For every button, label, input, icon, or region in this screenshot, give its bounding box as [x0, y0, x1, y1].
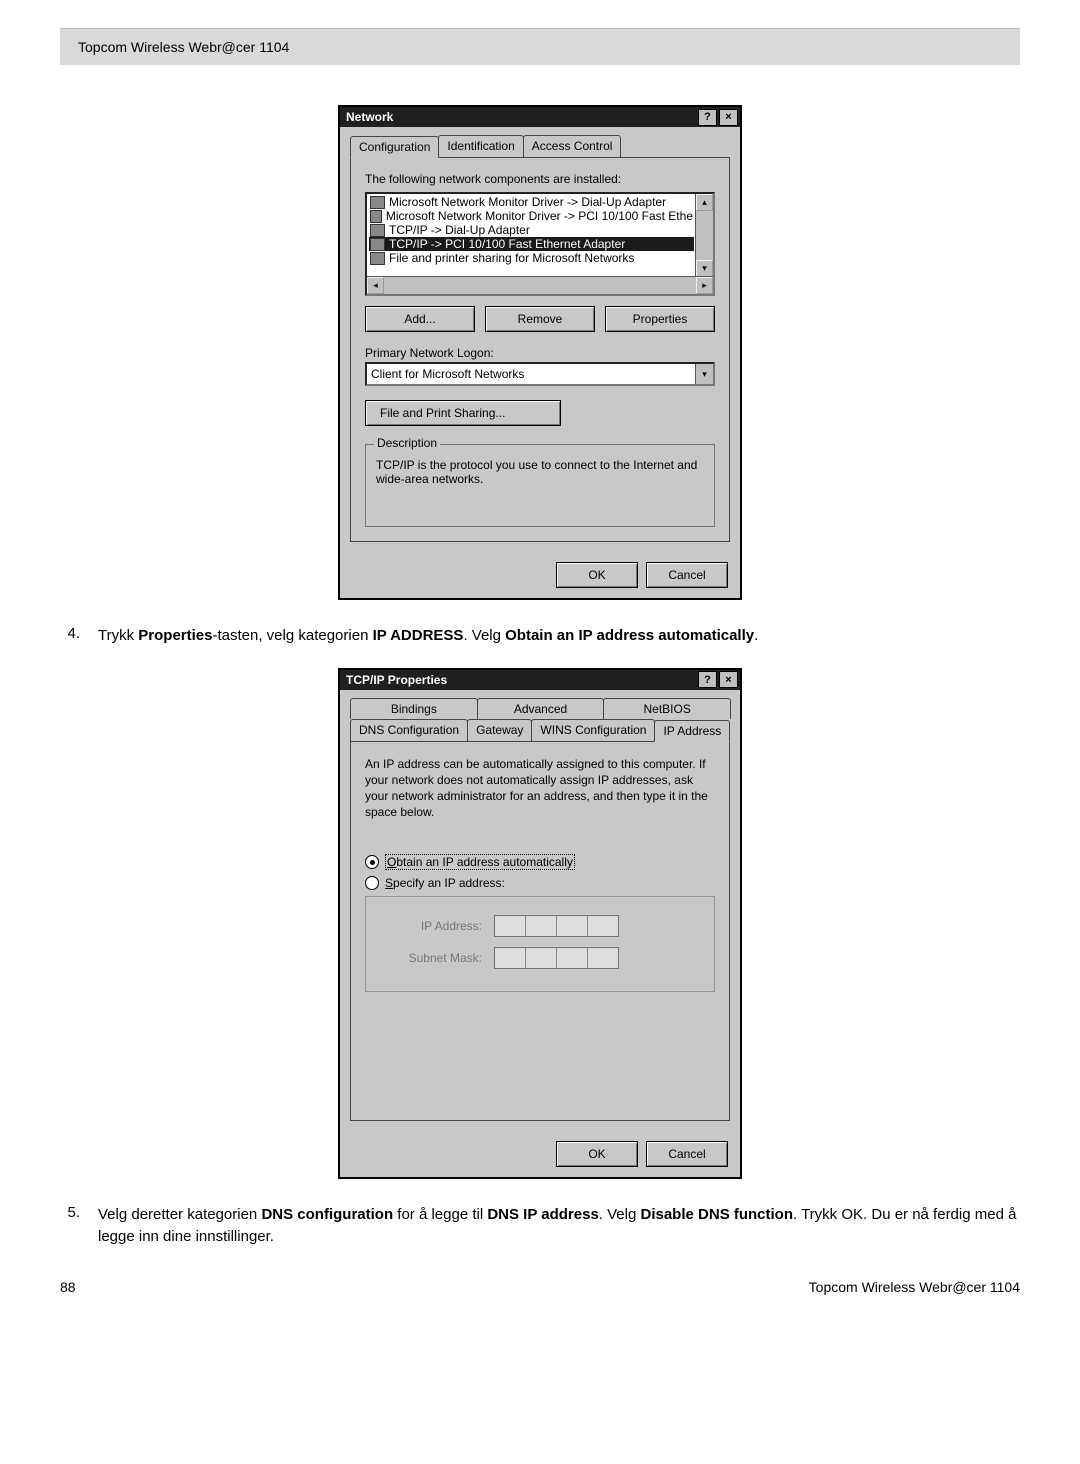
network-dialog: Network ? × Configuration Identification… — [338, 105, 742, 600]
protocol-icon — [370, 224, 385, 237]
step-text: Velg deretter kategorien DNS configurati… — [98, 1204, 1020, 1249]
list-item[interactable]: TCP/IP -> PCI 10/100 Fast Ethernet Adapt… — [369, 237, 694, 251]
tab-configuration[interactable]: Configuration — [350, 136, 439, 158]
tab-dns-configuration[interactable]: DNS Configuration — [350, 719, 468, 741]
radio-label: Specify an IP address: — [385, 876, 505, 890]
scrollbar-horizontal[interactable]: ◂ ▸ — [367, 276, 713, 294]
primary-logon-label: Primary Network Logon: — [365, 346, 715, 360]
footer: 88 Topcom Wireless Webr@cer 1104 — [60, 1279, 1020, 1295]
protocol-icon — [370, 196, 385, 209]
tab-ip-address[interactable]: IP Address — [654, 720, 730, 742]
radio-icon — [365, 876, 379, 890]
scrollbar-vertical[interactable]: ▴ ▾ — [695, 194, 713, 277]
titlebar: Network ? × — [340, 107, 740, 127]
tab-wins-configuration[interactable]: WINS Configuration — [531, 719, 655, 741]
protocol-icon — [370, 210, 382, 223]
footer-title: Topcom Wireless Webr@cer 1104 — [809, 1279, 1020, 1295]
close-icon[interactable]: × — [719, 671, 738, 688]
primary-logon-combo[interactable]: Client for Microsoft Networks ▾ — [365, 362, 715, 386]
tab-gateway[interactable]: Gateway — [467, 719, 532, 741]
specify-group: IP Address: Subnet Mask: — [365, 896, 715, 992]
protocol-icon — [370, 238, 385, 251]
help-icon[interactable]: ? — [698, 671, 717, 688]
step-5: 5. Velg deretter kategorien DNS configur… — [60, 1204, 1020, 1249]
header-bar: Topcom Wireless Webr@cer 1104 — [60, 28, 1020, 65]
tab-bindings[interactable]: Bindings — [350, 698, 478, 719]
remove-button[interactable]: Remove — [485, 306, 595, 332]
ip-info-text: An IP address can be automatically assig… — [365, 756, 715, 821]
ok-button[interactable]: OK — [556, 562, 638, 588]
scroll-right-icon[interactable]: ▸ — [696, 277, 713, 294]
tab-netbios[interactable]: NetBIOS — [603, 698, 731, 719]
doc-title: Topcom Wireless Webr@cer 1104 — [78, 39, 289, 55]
tabs-row-1: Bindings Advanced NetBIOS — [350, 698, 730, 719]
radio-specify[interactable]: Specify an IP address: — [365, 876, 715, 890]
subnet-mask-field — [494, 947, 619, 969]
step-number: 4. — [60, 625, 80, 648]
scroll-down-icon[interactable]: ▾ — [696, 260, 713, 277]
scroll-left-icon[interactable]: ◂ — [367, 277, 384, 294]
radio-label: Obtain an IP address automatically — [385, 854, 575, 870]
tabs-row-2: DNS Configuration Gateway WINS Configura… — [350, 719, 730, 741]
dialog-title: Network — [346, 110, 696, 124]
titlebar: TCP/IP Properties ? × — [340, 670, 740, 690]
chevron-down-icon[interactable]: ▾ — [695, 364, 713, 384]
step-4: 4. Trykk Properties-tasten, velg kategor… — [60, 625, 1020, 648]
list-item[interactable]: Microsoft Network Monitor Driver -> Dial… — [369, 195, 694, 209]
close-icon[interactable]: × — [719, 109, 738, 126]
components-listbox[interactable]: Microsoft Network Monitor Driver -> Dial… — [365, 192, 715, 296]
cancel-button[interactable]: Cancel — [646, 1141, 728, 1167]
radio-icon — [365, 855, 379, 869]
service-icon — [370, 252, 385, 265]
list-item[interactable]: TCP/IP -> Dial-Up Adapter — [369, 223, 694, 237]
tab-access-control[interactable]: Access Control — [523, 135, 622, 157]
list-item[interactable]: Microsoft Network Monitor Driver -> PCI … — [369, 209, 694, 223]
tab-panel: The following network components are ins… — [350, 157, 730, 542]
tcpip-dialog: TCP/IP Properties ? × Bindings Advanced … — [338, 668, 742, 1179]
description-text: TCP/IP is the protocol you use to connec… — [376, 458, 704, 486]
subnet-mask-label: Subnet Mask: — [392, 951, 482, 965]
ip-address-label: IP Address: — [392, 919, 482, 933]
page-number: 88 — [60, 1279, 76, 1295]
file-print-sharing-button[interactable]: File and Print Sharing... — [365, 400, 561, 426]
add-button[interactable]: Add... — [365, 306, 475, 332]
radio-obtain-auto[interactable]: Obtain an IP address automatically — [365, 854, 715, 870]
cancel-button[interactable]: Cancel — [646, 562, 728, 588]
properties-button[interactable]: Properties — [605, 306, 715, 332]
combo-value: Client for Microsoft Networks — [371, 367, 524, 381]
components-label: The following network components are ins… — [365, 172, 715, 186]
step-number: 5. — [60, 1204, 80, 1249]
scroll-up-icon[interactable]: ▴ — [696, 194, 713, 211]
ip-address-field — [494, 915, 619, 937]
tab-identification[interactable]: Identification — [438, 135, 523, 157]
tab-advanced[interactable]: Advanced — [477, 698, 605, 719]
description-label: Description — [374, 436, 440, 450]
tabs: Configuration Identification Access Cont… — [350, 135, 730, 157]
ok-button[interactable]: OK — [556, 1141, 638, 1167]
tab-panel: An IP address can be automatically assig… — [350, 741, 730, 1121]
dialog-title: TCP/IP Properties — [346, 673, 696, 687]
list-item[interactable]: File and printer sharing for Microsoft N… — [369, 251, 694, 265]
step-text: Trykk Properties-tasten, velg kategorien… — [98, 625, 1020, 648]
description-group: Description TCP/IP is the protocol you u… — [365, 444, 715, 527]
help-icon[interactable]: ? — [698, 109, 717, 126]
